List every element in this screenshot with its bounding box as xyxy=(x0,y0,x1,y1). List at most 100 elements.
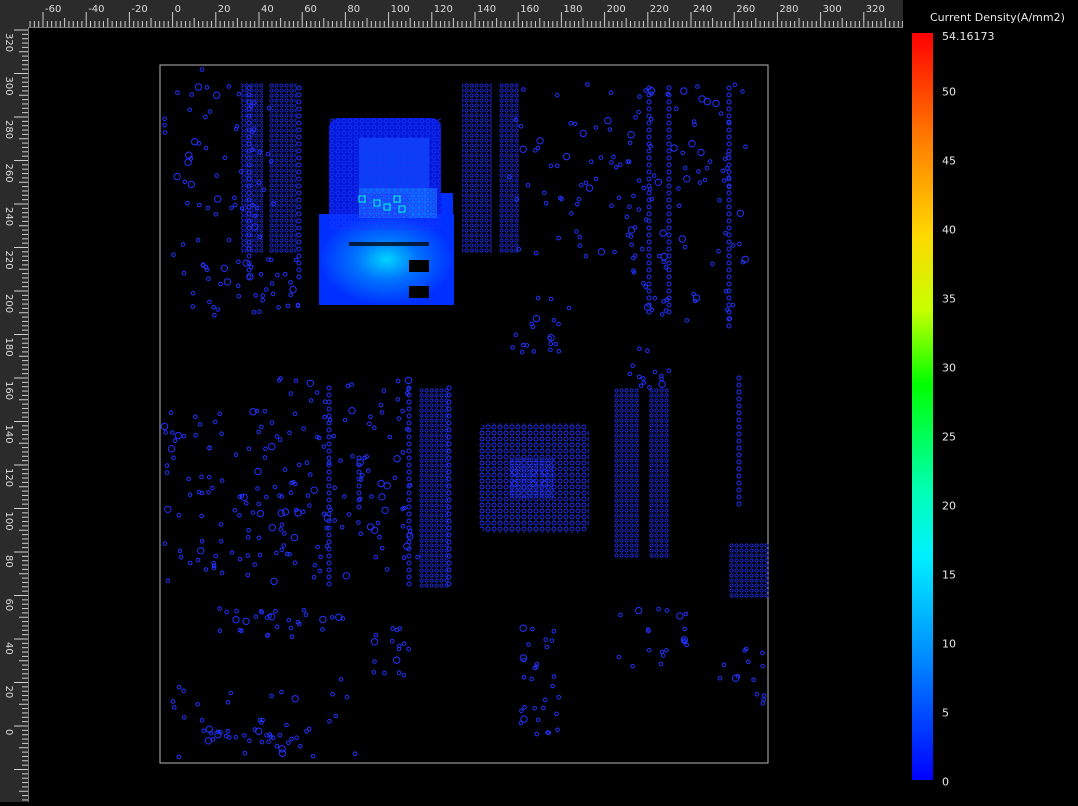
via xyxy=(549,638,555,643)
via xyxy=(660,252,668,261)
via xyxy=(652,295,658,301)
via xyxy=(661,299,666,304)
via xyxy=(213,91,221,99)
via xyxy=(543,201,549,206)
via xyxy=(288,292,294,298)
via xyxy=(641,376,646,381)
via xyxy=(326,560,332,566)
via xyxy=(378,493,386,501)
via xyxy=(707,159,713,164)
via xyxy=(760,650,765,656)
legend-tick: 0 xyxy=(942,775,949,789)
via xyxy=(282,271,288,277)
via xyxy=(245,534,251,540)
via xyxy=(541,705,546,711)
bga-mid-left xyxy=(419,388,769,598)
via xyxy=(646,267,652,273)
via xyxy=(384,567,390,572)
via xyxy=(406,567,412,573)
via xyxy=(736,375,742,381)
via xyxy=(256,429,261,435)
via xyxy=(246,253,252,259)
via xyxy=(274,550,279,556)
via xyxy=(646,253,652,259)
via xyxy=(260,297,265,303)
ruler-tick-label: 60 xyxy=(3,599,14,612)
via xyxy=(656,606,661,612)
via xyxy=(646,281,652,287)
via xyxy=(390,638,395,644)
via xyxy=(232,195,237,201)
via xyxy=(273,609,278,614)
via xyxy=(636,207,642,212)
via xyxy=(574,229,579,234)
via xyxy=(318,554,323,560)
ruler-tick-label: 120 xyxy=(3,468,14,487)
via xyxy=(162,541,168,546)
via xyxy=(736,389,742,395)
via xyxy=(375,520,381,526)
via xyxy=(326,567,332,573)
via xyxy=(218,281,223,287)
via xyxy=(171,455,176,461)
via xyxy=(205,205,211,211)
via xyxy=(726,92,732,98)
via xyxy=(187,107,192,113)
via xyxy=(666,113,672,119)
via xyxy=(264,287,269,292)
via xyxy=(303,612,309,618)
via xyxy=(172,438,178,444)
via xyxy=(232,616,240,624)
pcb-viewport[interactable] xyxy=(29,28,903,802)
via xyxy=(278,437,283,442)
via xyxy=(726,260,732,266)
via xyxy=(666,183,672,189)
via xyxy=(344,694,350,700)
via xyxy=(223,278,232,286)
via xyxy=(548,163,554,169)
via xyxy=(646,274,652,280)
via xyxy=(286,618,292,623)
via xyxy=(220,264,229,273)
pcb-current-density-plot[interactable] xyxy=(29,28,903,802)
via xyxy=(289,285,297,294)
via xyxy=(696,169,701,174)
ruler-tick-label: 300 xyxy=(823,4,842,15)
legend-tick: 20 xyxy=(942,499,956,513)
via xyxy=(726,134,732,140)
via xyxy=(736,410,742,416)
via xyxy=(562,152,571,161)
via xyxy=(296,141,302,147)
via xyxy=(195,702,200,707)
ruler-tick-label: 20 xyxy=(218,4,231,15)
via xyxy=(736,382,742,388)
via xyxy=(222,155,228,160)
via xyxy=(185,201,190,206)
via xyxy=(268,524,277,532)
via xyxy=(326,532,332,538)
via xyxy=(164,505,172,513)
via xyxy=(576,196,582,202)
via xyxy=(736,396,742,402)
via xyxy=(296,113,302,119)
via xyxy=(377,534,382,540)
via xyxy=(326,392,332,398)
ruler-tick-label: 120 xyxy=(434,4,453,15)
via xyxy=(521,675,527,680)
via xyxy=(218,539,224,544)
via xyxy=(633,115,638,120)
via xyxy=(530,626,535,632)
via xyxy=(170,699,176,704)
via xyxy=(242,617,250,625)
via xyxy=(393,656,401,664)
via xyxy=(536,137,544,145)
via xyxy=(236,293,242,299)
via xyxy=(203,114,208,120)
via xyxy=(229,550,235,555)
via xyxy=(529,676,534,682)
ruler-tick-label: -40 xyxy=(88,4,104,15)
via xyxy=(726,323,732,329)
via xyxy=(737,241,742,247)
via xyxy=(342,572,350,580)
via xyxy=(535,295,541,301)
